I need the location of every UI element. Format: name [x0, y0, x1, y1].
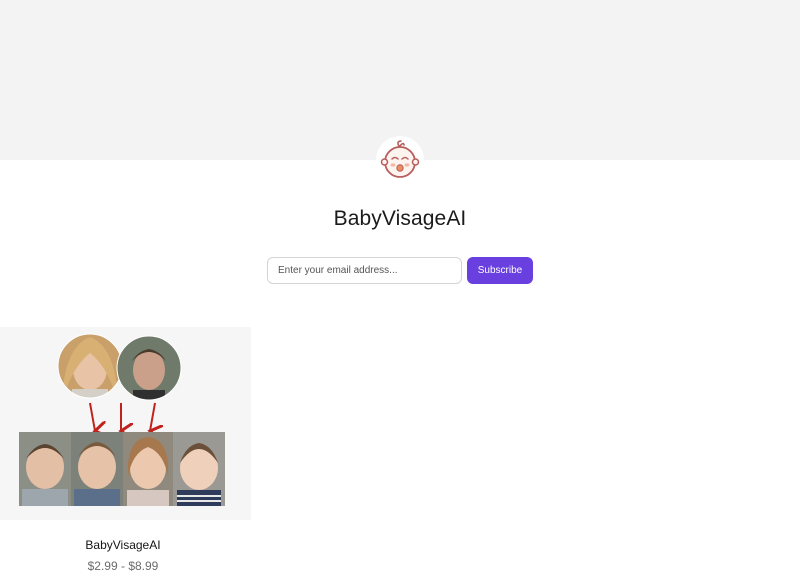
subscribe-form: Subscribe [267, 257, 533, 284]
father-photo [117, 336, 181, 400]
shop-avatar[interactable] [376, 136, 424, 184]
baby-face-icon [380, 140, 420, 178]
product-card[interactable]: BabyVisageAI $2.99 - $8.99 [0, 327, 251, 576]
subscribe-button[interactable]: Subscribe [467, 257, 533, 284]
mother-photo [58, 334, 122, 398]
shop-title: BabyVisageAI [333, 207, 467, 230]
product-image[interactable] [0, 327, 251, 520]
product-name[interactable]: BabyVisageAI [0, 538, 246, 552]
parents-to-babies-illustration [19, 333, 225, 506]
baby-photos [19, 432, 225, 506]
email-field[interactable] [267, 257, 462, 284]
product-price: $2.99 - $8.99 [87, 559, 159, 573]
